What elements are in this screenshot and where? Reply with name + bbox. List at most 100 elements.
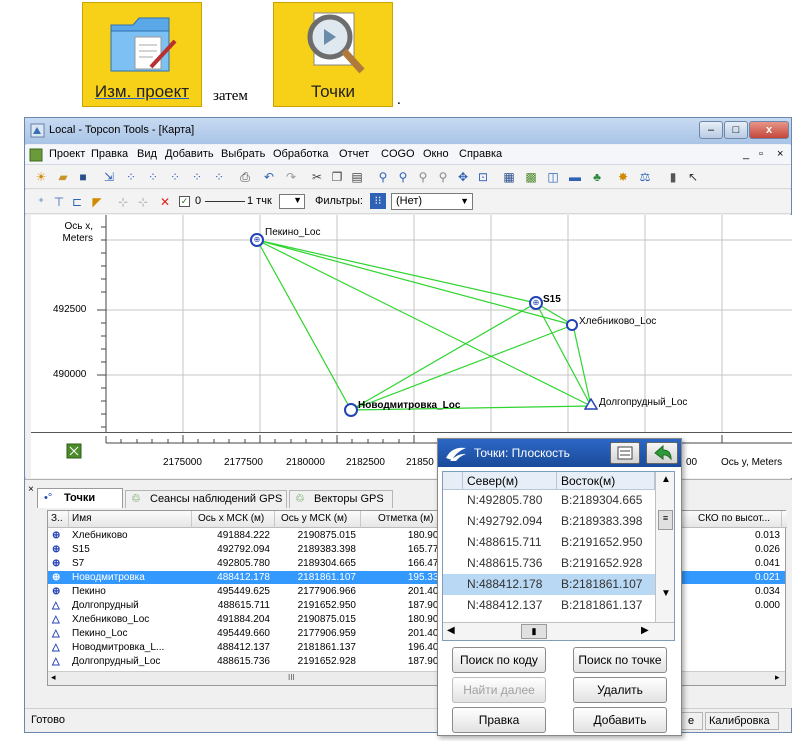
scroll-right-arrow[interactable]: ▸ (775, 672, 780, 683)
s15-point-icon[interactable]: ⊕ (529, 296, 543, 310)
doc-close-button[interactable]: × (777, 148, 783, 160)
menu-project[interactable]: Проект (49, 148, 85, 160)
coords-row[interactable]: N:488412.137 B:2181861.137 (443, 595, 655, 616)
search-by-point-button[interactable]: Поиск по точке (573, 647, 667, 673)
back-button[interactable] (646, 442, 678, 464)
redo-icon[interactable]: ↷ (283, 169, 299, 185)
col-east[interactable]: Восток(м) (557, 472, 655, 490)
table-view-icon[interactable]: ▦ (501, 169, 517, 185)
pan-icon[interactable]: ✥ (455, 169, 471, 185)
scroll-left-arrow[interactable]: ◂ (51, 672, 56, 683)
cut-icon[interactable]: ✂ (309, 169, 325, 185)
menu-process[interactable]: Обработка (273, 148, 328, 160)
point-tool-icon[interactable]: ⁺ (33, 194, 49, 210)
edit-project-tile[interactable]: Изм. проект (82, 2, 202, 107)
zoom-prev-icon[interactable]: ⚲ (415, 169, 431, 185)
eraser-icon[interactable]: ◤ (89, 194, 105, 210)
menu-report[interactable]: Отчет (339, 148, 369, 160)
snap-icon[interactable]: ⊹ (115, 194, 131, 210)
doc-restore-button[interactable]: ▫ (759, 148, 763, 160)
coords-horizontal-scrollbar[interactable]: ◀ ▮ ▶ (443, 622, 674, 640)
menu-view[interactable]: Вид (137, 148, 157, 160)
copy-icon[interactable]: ❐ (329, 169, 345, 185)
points-tile[interactable]: Точки (273, 2, 393, 107)
zoom-in-icon[interactable]: ⚲ (375, 169, 391, 185)
map-canvas[interactable]: Ось x, Meters 492500 490000 ⊕ Пекино_Loc… (31, 215, 792, 432)
scroll-h-thumb[interactable]: ▮ (521, 624, 547, 639)
delete-button[interactable]: Удалить (573, 677, 667, 703)
print-icon[interactable]: ⎙ (237, 169, 253, 185)
search-by-code-button[interactable]: Поиск по коду (452, 647, 546, 673)
menu-select[interactable]: Выбрать (221, 148, 265, 160)
import-icon[interactable]: ⇲ (101, 169, 117, 185)
panel-close-icon[interactable]: × (28, 484, 34, 495)
pekino-point-icon[interactable]: ⊕ (250, 233, 264, 247)
add-button[interactable]: Добавить (573, 707, 667, 733)
doc-minimize-button[interactable]: _ (743, 148, 749, 160)
scroll-thumb-grip[interactable]: III (288, 673, 295, 682)
zoom-out-icon[interactable]: ⚲ (395, 169, 411, 185)
list-view-button[interactable] (610, 442, 640, 464)
edit-button[interactable]: Правка (452, 707, 546, 733)
col-north[interactable]: Север(м) (463, 472, 557, 490)
menu-edit[interactable]: Правка (91, 148, 128, 160)
status-calibration[interactable]: Калибровка (705, 712, 779, 730)
coords-row[interactable]: N:492792.094 B:2189383.398 (443, 511, 655, 532)
open-folder-icon[interactable]: ▰ (55, 169, 71, 185)
coords-row[interactable]: N:488615.736 B:2191652.928 (443, 553, 655, 574)
novodmitrovka-point-icon[interactable] (344, 403, 358, 417)
filter-icon[interactable]: ⁝⁝ (370, 193, 386, 209)
paste-icon[interactable]: ▤ (349, 169, 365, 185)
map-view-icon[interactable]: ▩ (523, 169, 539, 185)
col-height[interactable]: Отметка (м) (378, 513, 434, 524)
menu-add[interactable]: Добавить (165, 148, 214, 160)
save-icon[interactable]: ■ (75, 169, 91, 185)
close-button[interactable]: x (749, 121, 789, 139)
scroll-up-arrow[interactable]: ▲ (661, 474, 671, 485)
adjust-icon[interactable]: ⚖ (637, 169, 653, 185)
tdv-icon[interactable]: ▬ (567, 169, 583, 185)
add-point-icon[interactable]: ⁘ (123, 169, 139, 185)
show-lines-checkbox[interactable]: ✓ (179, 196, 190, 207)
coords-row[interactable]: N:488412.178 B:2181861.107 (443, 574, 655, 595)
polyline-tool-icon[interactable]: ⊏ (69, 194, 85, 210)
add-scan-icon[interactable]: ⁘ (211, 169, 227, 185)
menu-help[interactable]: Справка (459, 148, 502, 160)
filter-select[interactable]: (Нет) ▼ (391, 193, 473, 210)
zoom-next-icon[interactable]: ⚲ (435, 169, 451, 185)
sun-icon[interactable]: ☀ (33, 169, 49, 185)
map-corner-icon[interactable] (66, 443, 82, 459)
add-tps-icon[interactable]: ⁘ (167, 169, 183, 185)
col-name[interactable]: Имя (72, 513, 91, 524)
delete-icon[interactable]: ✕ (157, 194, 173, 210)
col-status[interactable]: З.. (51, 513, 63, 524)
coords-row[interactable]: N:488615.711 B:2191652.950 (443, 532, 655, 553)
process-icon[interactable]: ✸ (615, 169, 631, 185)
scroll-right-arrow-2[interactable]: ▶ (641, 625, 649, 636)
tab-gps-sessions[interactable]: ♲ Сеансы наблюдений GPS (125, 490, 287, 508)
add-gps-icon[interactable]: ⁘ (145, 169, 161, 185)
col-y[interactable]: Ось y МСК (м) (281, 513, 347, 524)
scroll-v-thumb[interactable]: ≡ (658, 510, 673, 530)
dolgoprudny-point-icon[interactable] (584, 398, 598, 410)
col-sko[interactable]: СКО по высот... (698, 513, 770, 524)
tab-points[interactable]: •° Точки (37, 488, 123, 508)
line-tool-icon[interactable]: ⊤ (51, 194, 67, 210)
tree-icon[interactable]: ♣ (589, 169, 605, 185)
color-dropdown[interactable]: ▼ (279, 194, 305, 209)
coords-row[interactable]: N:495449.625 B:2177906.966 (443, 616, 655, 620)
maximize-button[interactable]: □ (724, 121, 748, 139)
scroll-down-arrow[interactable]: ▼ (661, 588, 671, 599)
add-level-icon[interactable]: ⁘ (189, 169, 205, 185)
undo-icon[interactable]: ↶ (261, 169, 277, 185)
scroll-left-arrow-2[interactable]: ◀ (447, 625, 455, 636)
col-x[interactable]: Ось x МСК (м) (198, 513, 264, 524)
khlebnikovo-point-icon[interactable] (566, 319, 578, 331)
coords-row[interactable]: N:492805.780 B:2189304.665 (443, 490, 655, 511)
occupation-view-icon[interactable]: ◫ (545, 169, 561, 185)
report-icon[interactable]: ▮ (665, 169, 681, 185)
find-next-button[interactable]: Найти далее (452, 677, 546, 703)
menu-cogo[interactable]: COGO (381, 148, 415, 160)
minimize-button[interactable]: – (699, 121, 723, 139)
snap-end-icon[interactable]: ⊹ (135, 194, 151, 210)
